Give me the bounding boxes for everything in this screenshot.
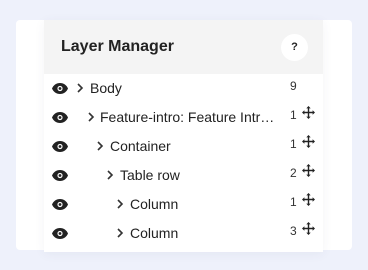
chevron-right-icon[interactable] (76, 82, 84, 94)
move-icon[interactable] (302, 135, 315, 148)
help-button[interactable]: ? (281, 33, 308, 61)
layer-child-count: 1 (290, 137, 297, 151)
panel-title: Layer Manager (61, 38, 174, 55)
layer-row[interactable]: Feature-intro: Feature Intro ... 1 (44, 103, 323, 132)
layer-name[interactable]: Container (110, 138, 270, 155)
layer-name[interactable]: Feature-intro: Feature Intro ... (100, 109, 280, 126)
chevron-right-icon[interactable] (106, 169, 114, 181)
chevron-right-icon[interactable] (116, 227, 124, 239)
layer-child-count: 9 (290, 79, 297, 93)
chevron-right-icon[interactable] (96, 140, 104, 152)
move-icon[interactable] (302, 164, 315, 177)
eye-icon[interactable] (52, 228, 68, 239)
move-icon[interactable] (302, 222, 315, 235)
layer-row[interactable]: Column 1 (44, 190, 323, 219)
layer-tree: Body 9 Feature-intro: Feature Intro ... … (44, 74, 323, 248)
layer-row[interactable]: Body 9 (44, 74, 323, 103)
eye-icon[interactable] (52, 112, 68, 123)
layer-child-count: 3 (290, 224, 297, 238)
layer-row[interactable]: Column 3 (44, 219, 323, 248)
eye-icon[interactable] (52, 83, 68, 94)
layer-manager-panel: Layer Manager ? Body 9 Feature-intro: Fe… (44, 20, 323, 252)
chevron-right-icon[interactable] (87, 111, 95, 123)
layer-child-count: 2 (290, 166, 297, 180)
eye-icon[interactable] (52, 199, 68, 210)
chevron-right-icon[interactable] (116, 198, 124, 210)
layer-row[interactable]: Table row 2 (44, 161, 323, 190)
panel-header: Layer Manager ? (44, 20, 323, 74)
eye-icon[interactable] (52, 170, 68, 181)
layer-name[interactable]: Column (130, 196, 270, 213)
layer-child-count: 1 (290, 108, 297, 122)
move-icon[interactable] (302, 193, 315, 206)
layer-child-count: 1 (290, 195, 297, 209)
layer-name[interactable]: Column (130, 225, 270, 242)
layer-name[interactable]: Table row (120, 167, 270, 184)
eye-icon[interactable] (52, 141, 68, 152)
layer-row[interactable]: Container 1 (44, 132, 323, 161)
move-icon[interactable] (302, 106, 315, 119)
layer-name[interactable]: Body (90, 80, 240, 97)
